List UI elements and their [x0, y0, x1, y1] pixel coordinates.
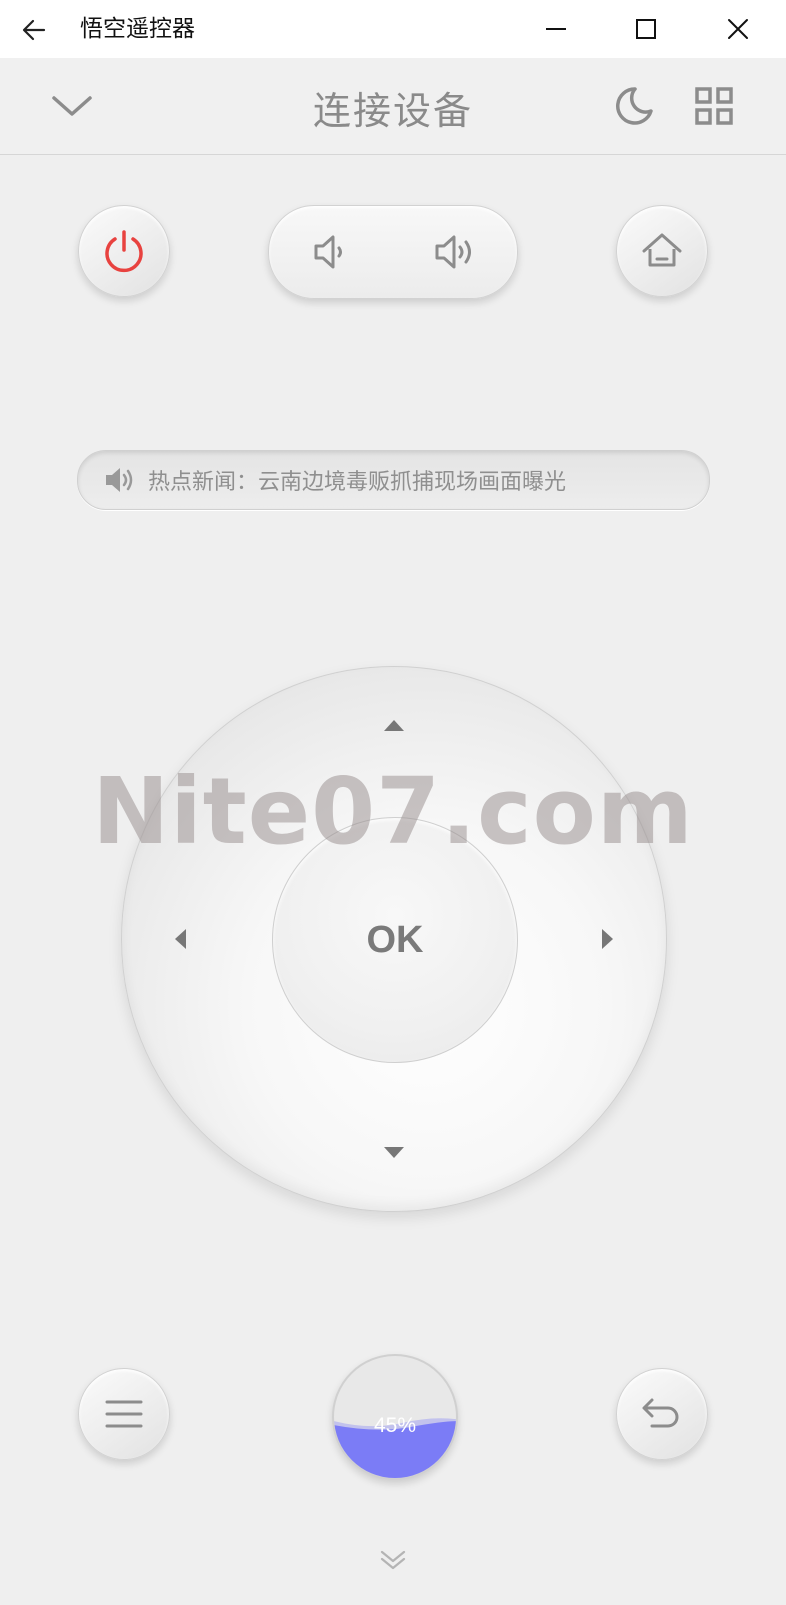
dpad-down-button[interactable]: [364, 1123, 424, 1183]
app-header: 连接设备: [0, 58, 786, 155]
maximize-button[interactable]: [622, 6, 670, 52]
ok-label: OK: [366, 918, 424, 961]
news-ticker[interactable]: 热点新闻：云南边境毒贩抓捕现场画面曝光: [77, 450, 710, 510]
direction-pad: OK: [121, 666, 667, 1212]
close-button[interactable]: [714, 6, 762, 52]
power-button[interactable]: [78, 205, 170, 297]
volume-control: [268, 205, 518, 299]
triangle-right-icon: [602, 929, 613, 949]
speaker-icon: [102, 463, 136, 497]
progress-label: 45%: [373, 1414, 417, 1437]
progress-indicator[interactable]: 45%: [332, 1354, 458, 1480]
home-button[interactable]: [616, 205, 708, 297]
menu-icon: [105, 1400, 143, 1428]
maximize-icon: [636, 19, 656, 39]
window-title: 悟空遥控器: [80, 16, 195, 42]
grid-icon: [695, 87, 733, 125]
menu-button[interactable]: [78, 1368, 170, 1460]
power-icon: [105, 230, 143, 273]
return-icon: [642, 1398, 679, 1428]
triangle-up-icon: [384, 720, 404, 731]
apps-button[interactable]: [688, 80, 740, 132]
arrow-left-icon: [22, 19, 46, 41]
ok-button[interactable]: OK: [272, 817, 518, 1063]
home-icon: [642, 233, 682, 267]
night-mode-button[interactable]: [608, 80, 660, 132]
close-icon: [728, 19, 748, 39]
triangle-left-icon: [175, 929, 186, 949]
window-titlebar: 悟空遥控器: [0, 0, 786, 58]
moon-icon: [616, 87, 653, 125]
dpad-right-button[interactable]: [578, 909, 638, 969]
volume-up-icon: [435, 235, 471, 269]
return-button[interactable]: [616, 1368, 708, 1460]
dpad-up-button[interactable]: [364, 695, 424, 755]
double-chevron-down-icon: [380, 1550, 406, 1570]
volume-up-button[interactable]: [393, 206, 517, 298]
volume-down-button[interactable]: [269, 206, 393, 298]
page-title[interactable]: 连接设备: [0, 80, 786, 135]
dpad-left-button[interactable]: [150, 909, 210, 969]
more-button[interactable]: [373, 1545, 413, 1575]
triangle-down-icon: [384, 1147, 404, 1158]
minimize-icon: [546, 28, 566, 30]
back-button[interactable]: [16, 12, 52, 48]
news-text: 热点新闻：云南边境毒贩抓捕现场画面曝光: [148, 470, 567, 495]
volume-down-icon: [314, 235, 342, 269]
minimize-button[interactable]: [532, 6, 580, 52]
